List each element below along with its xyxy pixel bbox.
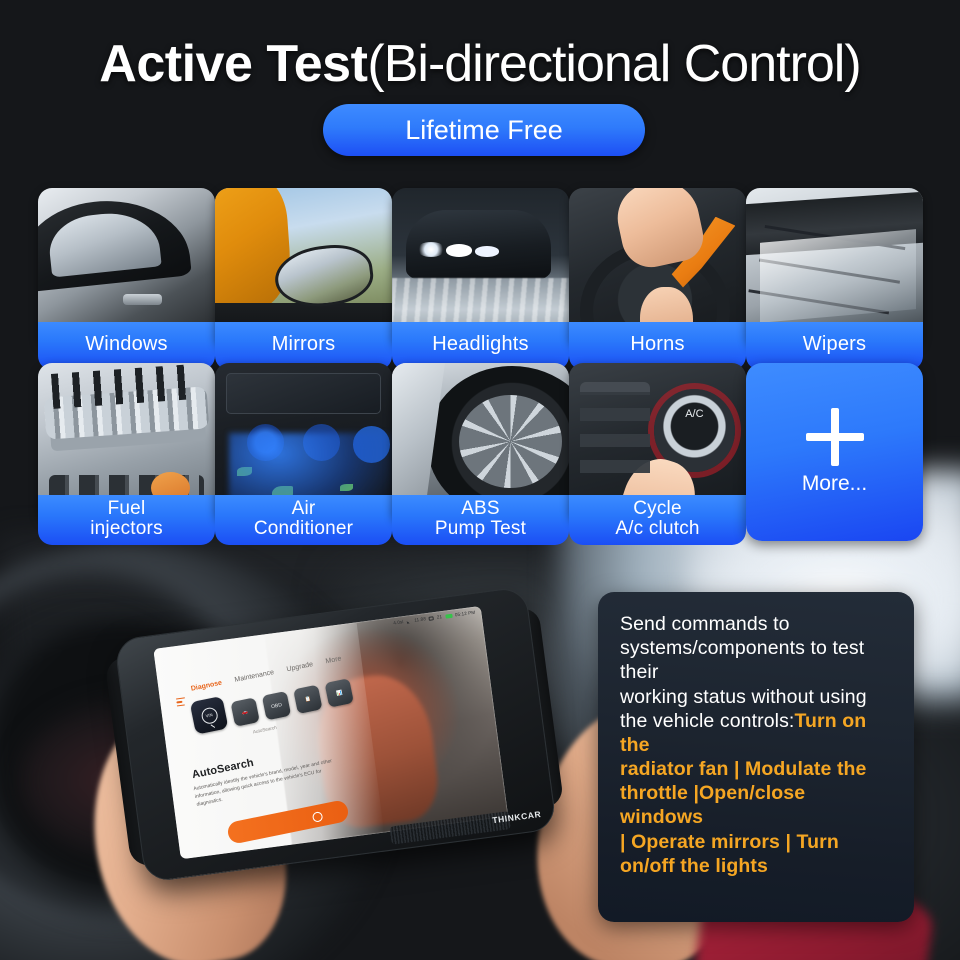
tile-fuel-injectors-line2: injectors <box>90 517 163 539</box>
tile-fuel-injectors[interactable]: Fuel injectors <box>38 363 215 545</box>
tile-abs-pump-test-label: ABS Pump Test <box>392 494 569 545</box>
panel-line-8: throttle |Open/close <box>620 782 806 805</box>
tile-windows[interactable]: Windows <box>38 188 215 370</box>
lifetime-free-label: Lifetime Free <box>405 114 563 145</box>
battery-icon <box>444 613 453 619</box>
data-icon[interactable]: 📊 <box>324 678 354 708</box>
tile-cycle-ac-clutch-line2: A/c clutch <box>615 517 700 539</box>
feature-grid: Windows Mirrors Headlights Horns Wipers … <box>38 188 923 545</box>
tile-cycle-ac-clutch-label: Cycle A/c clutch <box>569 494 746 545</box>
tile-mirrors[interactable]: Mirrors <box>215 188 392 370</box>
status-battery-pct: 21 <box>436 614 443 620</box>
tile-fuel-injectors-label: Fuel injectors <box>38 494 215 545</box>
panel-line-5-plain: the vehicle controls: <box>620 709 795 732</box>
tile-cycle-ac-clutch[interactable]: A/C Cycle A/c clutch <box>569 363 746 545</box>
tile-abs-pump-test-line2: Pump Test <box>434 517 527 539</box>
panel-line-10: | Operate mirrors | Turn <box>620 830 839 853</box>
vin-scan-icon[interactable]: VIN <box>189 695 229 735</box>
panel-line-5: the vehicle controls:Turn on <box>620 709 894 733</box>
vin-ring-label: VIN <box>199 705 219 725</box>
panel-line-2: systems/components to test <box>620 637 865 660</box>
wifi-icon <box>406 618 412 624</box>
tile-air-conditioner-line2: Conditioner <box>253 517 354 539</box>
tile-air-conditioner-label: Air Conditioner <box>215 494 392 545</box>
tile-abs-pump-test-line1: ABS <box>461 497 500 519</box>
tile-headlights[interactable]: Headlights <box>392 188 569 370</box>
tile-horns[interactable]: Horns <box>569 188 746 370</box>
plus-icon <box>805 408 864 466</box>
panel-line-7: radiator fan | Modulate the <box>620 758 867 781</box>
tile-fuel-injectors-line1: Fuel <box>107 497 146 519</box>
tile-wipers[interactable]: Wipers <box>746 188 923 370</box>
panel-line-6: the <box>620 733 650 756</box>
tile-abs-pump-test[interactable]: ABS Pump Test <box>392 363 569 545</box>
tile-more-label: More... <box>801 472 868 495</box>
promo-banner: 4.0sl 11.88 21 05:12 PM Diagnose Mainten… <box>0 0 960 960</box>
tile-air-conditioner[interactable]: Air Conditioner <box>215 363 392 545</box>
vehicle-icon[interactable]: 🚗 <box>230 697 260 727</box>
panel-line-11: on/off the lights <box>620 854 768 877</box>
feature-grid-row-2: Fuel injectors Air Conditioner ABS Pump … <box>38 363 923 545</box>
obd-icon[interactable]: OBD <box>261 690 292 721</box>
headline-bold: Active Test <box>99 35 368 93</box>
menu-icon[interactable] <box>175 697 186 708</box>
tile-cycle-ac-clutch-line1: Cycle <box>633 497 682 519</box>
report-icon[interactable]: 📋 <box>293 684 323 715</box>
panel-line-5-highlight: Turn on <box>794 709 867 732</box>
panel-line-4: working status without using <box>620 685 867 708</box>
panel-line-1: Send commands to <box>620 613 790 635</box>
panel-line-3: their <box>620 661 659 684</box>
feature-grid-row-1: Windows Mirrors Headlights Horns Wipers <box>38 188 923 370</box>
page-title: Active Test(Bi-directional Control) <box>0 38 960 90</box>
panel-line-9: windows <box>620 806 704 829</box>
lifetime-free-badge: Lifetime Free <box>323 104 645 156</box>
tile-air-conditioner-line1: Air <box>291 497 316 519</box>
description-panel: Send commands to systems/components to t… <box>598 592 914 922</box>
headline-thin: (Bi-directional Control) <box>367 35 861 93</box>
tile-more-button[interactable]: More... <box>746 363 923 541</box>
sync-icon <box>428 615 435 621</box>
